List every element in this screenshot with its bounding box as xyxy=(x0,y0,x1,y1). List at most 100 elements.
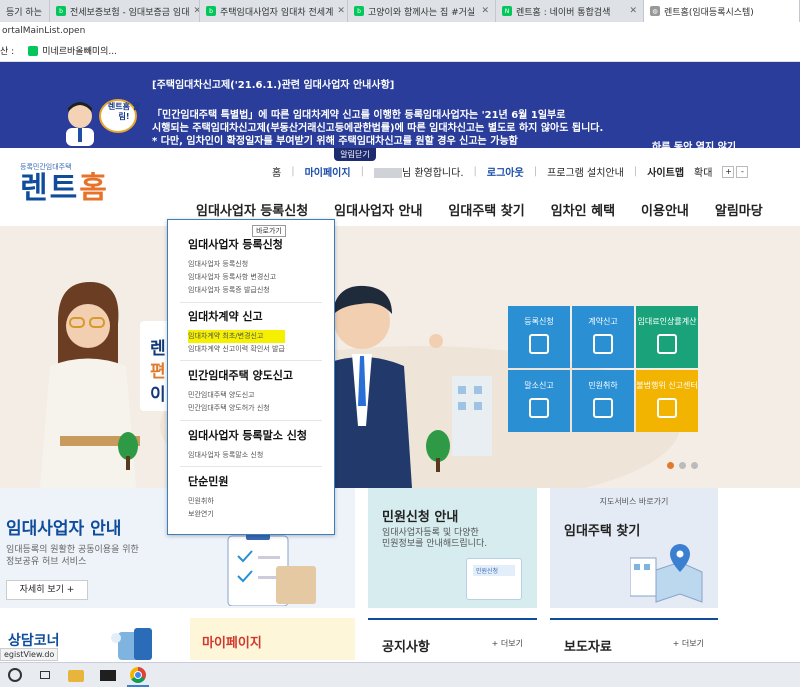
menu-group-title[interactable]: 임대차계약 신고 xyxy=(188,308,285,324)
nav-landlord-guide[interactable]: 임대사업자 안내 xyxy=(334,200,422,219)
file-explorer-icon[interactable] xyxy=(68,670,84,682)
find-housing-section[interactable]: 지도서비스 바로가기 임대주택 찾기 xyxy=(550,488,718,608)
search-icon[interactable] xyxy=(8,668,22,682)
divider: | xyxy=(291,166,295,177)
address-bar[interactable]: ortalMainList.open xyxy=(0,22,800,40)
close-tab-icon[interactable]: ✕ xyxy=(477,6,489,16)
menu-item[interactable]: 민원취하 xyxy=(188,495,228,508)
card-label: 민원신청 xyxy=(473,565,515,576)
close-notice-button[interactable]: 알림닫기 xyxy=(334,148,376,161)
menu-item[interactable]: 민간임대주택 양도신고 xyxy=(188,389,293,402)
mypage-link[interactable]: 마이페이지 xyxy=(305,164,351,179)
dont-show-today-link[interactable]: 하루 동안 열지 않기 xyxy=(652,138,736,153)
menu-item[interactable]: 보완연기 xyxy=(188,508,228,521)
menu-group-title[interactable]: 단순민원 xyxy=(188,473,228,489)
zoom-label: 확대 xyxy=(694,168,713,179)
menu-item[interactable]: 임대사업자 등록말소 신청 xyxy=(188,449,307,462)
browser-tab[interactable]: b 주택임대사업자 임대차 전세계 ✕ xyxy=(200,0,348,22)
username-redacted xyxy=(373,168,402,178)
logo-text-accent: 홈 xyxy=(79,171,109,206)
menu-item[interactable]: 임대차계약 신고이력 확인서 발급 xyxy=(188,343,285,356)
desc-line: 임대사업자등록 및 다양한 xyxy=(382,528,479,538)
bookmark-item[interactable]: 미네르바올빼미의... xyxy=(42,44,117,57)
quick-rent-calc-tile[interactable]: 임대료인상률계산 xyxy=(636,306,698,368)
desc-line: 민원정보를 안내해드립니다. xyxy=(382,539,488,549)
desc-line: 정보공유 허브 서비스 xyxy=(6,557,87,567)
more-link[interactable]: + 더보기 xyxy=(673,638,704,649)
section-desc: 임대등록의 원활한 공동이용을 위한 정보공유 허브 서비스 xyxy=(6,544,139,568)
logo-text: 렌트 xyxy=(20,171,80,206)
close-tab-icon[interactable]: ✕ xyxy=(189,6,199,16)
sitemap-link[interactable]: 사이트맵 xyxy=(647,164,684,179)
quick-contract-tile[interactable]: 계약신고 xyxy=(572,306,634,368)
tab-label: 주택임대사업자 임대차 전세계 xyxy=(220,7,334,18)
logout-link[interactable]: 로그아웃 xyxy=(487,164,524,179)
url-text: ortalMainList.open xyxy=(2,26,86,36)
utility-nav: 홈 | 마이페이지 | 님 환영합니다. | 로그아웃 | 프로그램 설치안내 … xyxy=(272,164,749,179)
chrome-icon[interactable] xyxy=(130,667,146,683)
nav-notices[interactable]: 알림마당 xyxy=(715,200,763,219)
calculator-icon xyxy=(657,334,677,354)
quick-cancel-tile[interactable]: 말소신고 xyxy=(508,370,570,432)
divider: | xyxy=(633,166,638,177)
document-edit-icon xyxy=(593,334,613,354)
slider-dot-active[interactable] xyxy=(667,462,674,469)
house-plus-icon xyxy=(529,334,549,354)
more-link[interactable]: + 더보기 xyxy=(492,638,523,649)
browser-tab[interactable]: 등기 하는 xyxy=(0,0,50,22)
menu-item[interactable]: 임대사업자 등록사항 변경신고 xyxy=(188,271,283,284)
zoom-out-button[interactable]: - xyxy=(736,165,749,178)
shortcut-tooltip: 바로가기 xyxy=(252,225,286,237)
browser-tab[interactable]: b 전세보증보험 - 임대보증금 임대 ✕ xyxy=(50,0,200,22)
hero-banner: 렌 편 이 등록신청 계약신고 임대료인상률계산 말소신고 민원취하 불법행위 … xyxy=(0,226,800,488)
quick-report-tile[interactable]: 불법행위 신고센터 xyxy=(636,370,698,432)
slider-dot[interactable] xyxy=(679,462,686,469)
nav-usage-guide[interactable]: 이용안내 xyxy=(641,200,689,219)
menu-item[interactable]: 민간임대주택 양도허가 신청 xyxy=(188,402,293,415)
bookmark-item[interactable]: 산 : xyxy=(0,44,14,57)
zoom-in-button[interactable]: + xyxy=(722,165,735,178)
main-nav: 임대사업자 등록신청 임대사업자 안내 임대주택 찾기 임차인 혜택 이용안내 … xyxy=(196,200,789,219)
browser-tab[interactable]: N 렌트홈 : 네이버 통합검색 ✕ xyxy=(496,0,644,22)
tab-label: 렌트홈 : 네이버 통합검색 xyxy=(516,7,611,18)
tile-label: 말소신고 xyxy=(524,381,554,390)
close-tab-icon[interactable]: ✕ xyxy=(625,6,637,16)
menu-group-title[interactable]: 임대사업자 등록신청 xyxy=(188,236,283,252)
welcome-text: 님 환영합니다. xyxy=(401,168,464,179)
nav-tenant-benefits[interactable]: 임차인 혜택 xyxy=(551,200,615,219)
program-install-link[interactable]: 프로그램 설치안내 xyxy=(547,164,624,179)
divider: | xyxy=(473,166,477,177)
tile-label: 임대료인상률계산 xyxy=(637,317,697,326)
mypage-section[interactable]: 마이페이지 xyxy=(190,618,355,660)
menu-group-title[interactable]: 임대사업자 등록말소 신청 xyxy=(188,427,307,443)
browser-tab[interactable]: b 고양이와 함께사는 집 #거실 ✕ xyxy=(348,0,496,22)
alert-badge-text: 렌트홈 알림! xyxy=(107,102,141,121)
tab-label: 등기 하는 xyxy=(6,7,42,18)
nav-find-housing[interactable]: 임대주택 찾기 xyxy=(448,200,524,219)
quick-withdraw-tile[interactable]: 민원취하 xyxy=(572,370,634,432)
globe-icon: ◍ xyxy=(650,6,660,16)
naver-blog-icon: b xyxy=(56,6,66,16)
menu-item[interactable]: 임대사업자 등록증 발급신청 xyxy=(188,284,283,297)
notice-banner: 렌트홈 알림! [주택임대차신고제('21.6.1.)관련 임대사업자 안내사항… xyxy=(0,62,800,153)
browser-tab-active[interactable]: ◍ 렌트홈(임대등록시스템) xyxy=(644,0,800,22)
slider-dot[interactable] xyxy=(691,462,698,469)
tab-label: 렌트홈(임대등록시스템) xyxy=(664,7,754,18)
menu-item[interactable]: 임대사업자 등록신청 xyxy=(188,258,283,271)
task-view-icon[interactable] xyxy=(38,667,54,683)
site-logo[interactable]: 등록민간임대주택 렌트홈 xyxy=(20,162,120,212)
link-status-bar: egistView.do xyxy=(0,648,59,661)
view-more-button[interactable]: 자세히 보기 + xyxy=(6,580,88,600)
mail-icon[interactable] xyxy=(100,670,116,681)
home-link[interactable]: 홈 xyxy=(272,164,281,179)
phone-illustration xyxy=(111,628,152,660)
banner-line: * 다만, 임차인이 확정일자를 부여받기 위해 주택임대차신고를 원할 경우 … xyxy=(152,136,518,147)
nav-register[interactable]: 임대사업자 등록신청 xyxy=(196,200,308,219)
civil-petition-section[interactable]: 민원신청 안내 임대사업자등록 및 다양한 민원정보를 안내해드립니다. 민원신… xyxy=(368,488,537,608)
menu-group: 단순민원 민원취하 보완연기 xyxy=(188,473,228,521)
menu-item-highlighted[interactable]: 임대차계약 최초/변경신고 xyxy=(188,330,285,343)
menu-group: 임대차계약 신고 임대차계약 최초/변경신고 임대차계약 신고이력 확인서 발급 xyxy=(188,308,285,356)
quick-register-tile[interactable]: 등록신청 xyxy=(508,306,570,368)
close-tab-icon[interactable]: ✕ xyxy=(333,6,345,16)
menu-group-title[interactable]: 민간임대주택 양도신고 xyxy=(188,367,293,383)
